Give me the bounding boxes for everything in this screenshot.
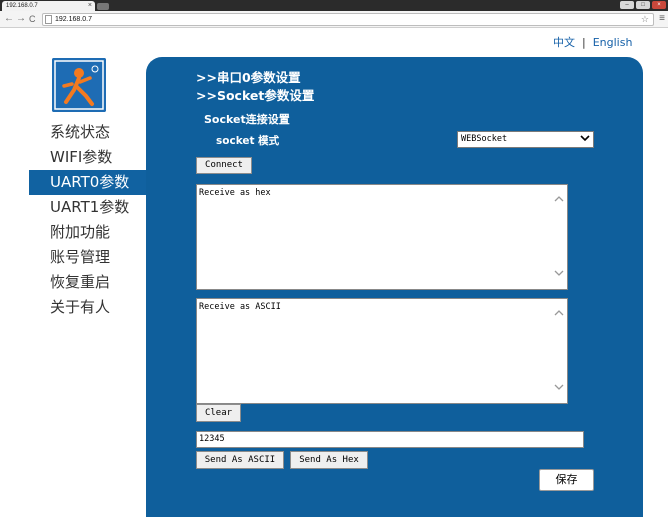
close-window-button[interactable]: × — [652, 1, 666, 9]
tab-title: 192.168.0.7 — [6, 3, 38, 9]
lang-en-link[interactable]: English — [593, 36, 633, 49]
send-ascii-button[interactable]: Send As ASCII — [196, 451, 284, 469]
sidebar-item-uart1[interactable]: UART1参数 — [50, 195, 150, 220]
sidebar-item-account[interactable]: 账号管理 — [50, 245, 150, 270]
scroll-down-icon[interactable] — [554, 270, 564, 279]
reload-icon[interactable]: C — [29, 13, 36, 25]
socket-mode-select[interactable]: WEBSocket — [457, 131, 594, 148]
send-input[interactable]: 12345 — [196, 431, 584, 448]
page-icon — [45, 15, 52, 24]
sidebar-item-about[interactable]: 关于有人 — [50, 295, 150, 320]
receive-hex-textarea[interactable]: Receive as hex — [196, 184, 568, 290]
socket-mode-label: socket 模式 — [216, 135, 280, 147]
lang-zh-link[interactable]: 中文 — [553, 34, 575, 50]
minimize-button[interactable]: – — [620, 1, 634, 9]
clear-button[interactable]: Clear — [196, 404, 241, 422]
scroll-down-icon[interactable] — [554, 384, 564, 393]
chevron-down-icon — [580, 132, 590, 147]
new-tab-button[interactable] — [97, 3, 109, 10]
back-icon[interactable]: ← — [4, 13, 14, 25]
sidebar-item-extra-functions[interactable]: 附加功能 — [50, 220, 150, 245]
send-input-value: 12345 — [199, 434, 225, 444]
forward-icon[interactable]: → — [16, 13, 26, 25]
tab-close-icon[interactable]: × — [88, 1, 92, 11]
save-button[interactable]: 保存 — [539, 469, 594, 491]
url-input[interactable]: 192.168.0.7 ☆ — [42, 13, 654, 26]
url-text: 192.168.0.7 — [55, 16, 92, 23]
socket-mode-value: WEBSocket — [461, 134, 508, 144]
socket-connection-heading: Socket连接设置 — [204, 113, 290, 126]
main-panel: >>串口0参数设置 >>Socket参数设置 Socket连接设置 socket… — [146, 57, 643, 517]
scroll-up-icon[interactable] — [554, 195, 564, 204]
connect-button[interactable]: Connect — [196, 157, 252, 174]
section-title-socket: >>Socket参数设置 — [196, 88, 315, 103]
scroll-up-icon[interactable] — [554, 309, 564, 318]
section-title-uart0: >>串口0参数设置 — [196, 70, 301, 85]
language-switch: 中文 | English — [553, 34, 632, 50]
address-bar: ← → C 192.168.0.7 ☆ ≡ — [0, 11, 668, 28]
sidebar-nav: 系统状态 WIFI参数 UART0参数 UART1参数 附加功能 账号管理 恢复… — [29, 120, 150, 320]
browser-tab[interactable]: 192.168.0.7 × — [2, 1, 95, 11]
receive-ascii-text: Receive as ASCII — [199, 302, 281, 312]
send-hex-button[interactable]: Send As Hex — [290, 451, 368, 469]
menu-icon[interactable]: ≡ — [659, 13, 665, 25]
maximize-button[interactable]: □ — [636, 1, 650, 9]
company-logo-icon — [52, 58, 106, 112]
sidebar-item-system-status[interactable]: 系统状态 — [50, 120, 150, 145]
receive-ascii-textarea[interactable]: Receive as ASCII — [196, 298, 568, 404]
browser-tab-bar: 192.168.0.7 × – □ × — [0, 0, 668, 11]
sidebar-item-restore-restart[interactable]: 恢复重启 — [50, 270, 150, 295]
receive-hex-text: Receive as hex — [199, 188, 271, 198]
sidebar-item-uart0[interactable]: UART0参数 — [29, 170, 146, 195]
lang-separator: | — [582, 36, 586, 49]
window-controls: – □ × — [620, 1, 666, 9]
star-icon[interactable]: ☆ — [641, 14, 649, 25]
sidebar-item-wifi[interactable]: WIFI参数 — [50, 145, 150, 170]
